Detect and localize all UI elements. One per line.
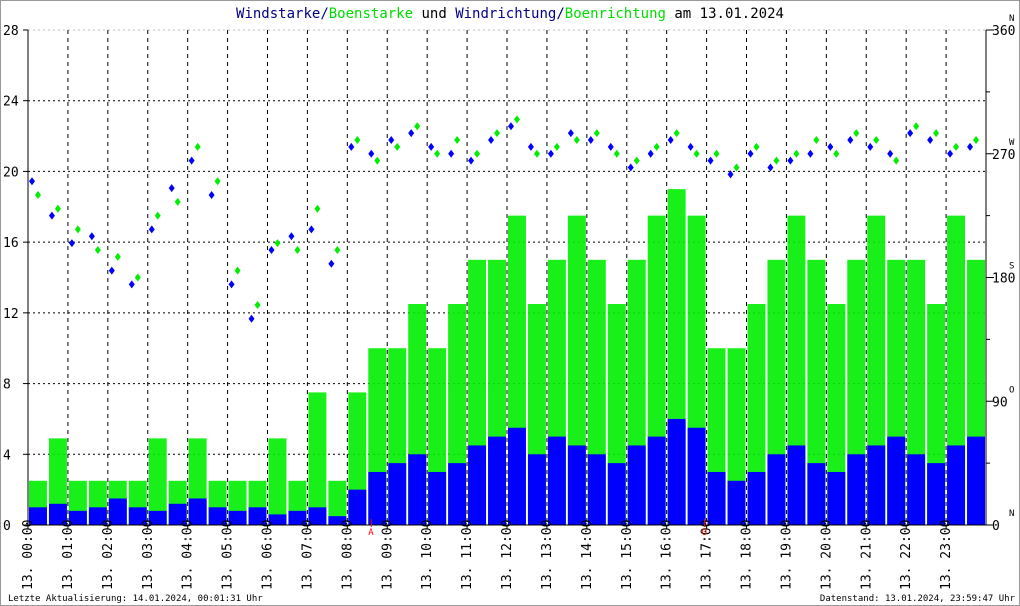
y-left-tick-label: 0 xyxy=(3,519,11,534)
wind-speed-bar xyxy=(787,445,806,525)
wind-speed-bar xyxy=(508,427,526,525)
y-right-tick-label: 180 xyxy=(992,272,1015,287)
sun-marker-label: A xyxy=(368,528,374,538)
x-tick-label: 13. 16:00 xyxy=(660,520,675,590)
y-right-tick-label: 0 xyxy=(992,519,1000,534)
y-left-tick-label: 24 xyxy=(3,95,19,110)
x-tick-label: 13. 07:00 xyxy=(300,520,315,590)
compass-label: O xyxy=(1009,385,1014,395)
wind-speed-bar xyxy=(567,445,586,525)
y-left-tick-label: 28 xyxy=(3,24,19,39)
x-tick-label: 13. 21:00 xyxy=(859,520,874,590)
x-tick-label: 13. 04:00 xyxy=(181,520,196,590)
y-right-tick-label: 90 xyxy=(992,395,1008,410)
title-sep: / xyxy=(556,6,564,22)
x-tick-label: 13. 08:00 xyxy=(340,520,355,590)
wind-speed-bar xyxy=(727,480,746,525)
x-tick-label: 13. 13:00 xyxy=(540,520,555,590)
wind-speed-bar xyxy=(647,436,666,525)
wind-speed-bar xyxy=(627,445,646,525)
wind-speed-bar xyxy=(967,436,985,525)
gust-speed-bar xyxy=(268,438,287,525)
wind-speed-bar xyxy=(428,471,447,525)
wind-speed-bar xyxy=(747,471,766,525)
x-tick-label: 13. 12:00 xyxy=(500,520,515,590)
wind-chart: Windstarke/Boenstarke und Windrichtung/B… xyxy=(0,0,1020,606)
sun-marker-label: U xyxy=(702,528,707,538)
wind-speed-bar xyxy=(887,436,906,525)
wind-speed-bar xyxy=(687,427,706,525)
compass-label: N xyxy=(1009,14,1014,24)
compass-label: S xyxy=(1009,262,1014,272)
y-right-tick-label: 270 xyxy=(992,148,1015,163)
y-left-tick-label: 16 xyxy=(3,236,19,251)
x-tick-label: 13. 19:00 xyxy=(779,520,794,590)
wind-speed-bar xyxy=(867,445,886,525)
compass-label: W xyxy=(1009,138,1015,148)
wind-speed-bar xyxy=(847,454,866,525)
x-tick-label: 13. 03:00 xyxy=(141,520,156,590)
x-tick-label: 13. 15:00 xyxy=(620,520,635,590)
x-tick-label: 13. 05:00 xyxy=(221,520,236,590)
wind-speed-bar xyxy=(827,471,846,525)
x-tick-label: 13. 10:00 xyxy=(420,520,435,590)
x-tick-label: 13. 14:00 xyxy=(580,520,595,590)
wind-speed-bar xyxy=(927,463,946,525)
title-gust-direction: Boenrichtung xyxy=(565,6,666,22)
wind-speed-bar xyxy=(388,463,407,525)
wind-speed-bar xyxy=(527,454,546,525)
chart-title: Windstarke/Boenstarke und Windrichtung/B… xyxy=(236,6,784,22)
x-tick-label: 13. 01:00 xyxy=(61,520,76,590)
wind-speed-bar xyxy=(667,418,686,525)
title-wind: Windstarke xyxy=(236,6,320,22)
title-mid: und xyxy=(413,6,455,22)
title-direction: Windrichtung xyxy=(455,6,556,22)
x-tick-label: 13. 23:00 xyxy=(939,520,954,590)
x-tick-label: 13. 22:00 xyxy=(899,520,914,590)
wind-speed-bar xyxy=(547,436,566,525)
title-gust: Boenstarke xyxy=(329,6,413,22)
x-tick-label: 13. 06:00 xyxy=(261,520,276,590)
y-left-tick-label: 8 xyxy=(3,378,11,393)
wind-speed-bar xyxy=(488,436,506,525)
gust-speed-bar xyxy=(308,392,327,525)
y-left-tick-label: 12 xyxy=(3,307,19,322)
wind-speed-bar xyxy=(607,463,626,525)
x-tick-label: 13. 09:00 xyxy=(380,520,395,590)
y-left-tick-label: 4 xyxy=(3,448,11,463)
wind-speed-bar xyxy=(368,471,387,525)
data-timestamp: Datenstand: 13.01.2024, 23:59:47 Uhr xyxy=(820,594,1016,604)
wind-speed-bar xyxy=(468,445,487,525)
wind-speed-bar xyxy=(807,463,826,525)
wind-speed-bar xyxy=(587,454,606,525)
wind-speed-bar xyxy=(707,471,726,525)
compass-label: N xyxy=(1009,509,1014,519)
wind-speed-bar xyxy=(408,454,427,525)
y-left-tick-label: 20 xyxy=(3,165,19,180)
wind-speed-bar xyxy=(907,454,926,525)
wind-speed-bar xyxy=(767,454,786,525)
x-tick-label: 13. 18:00 xyxy=(740,520,755,590)
title-sep: / xyxy=(320,6,328,22)
x-tick-label: 13. 00:00 xyxy=(21,520,36,590)
y-right-tick-label: 360 xyxy=(992,24,1015,39)
x-tick-label: 13. 02:00 xyxy=(101,520,116,590)
x-tick-label: 13. 20:00 xyxy=(819,520,834,590)
chart-image: Windstarke/Boenstarke und Windrichtung/B… xyxy=(0,0,1020,606)
wind-speed-bar xyxy=(448,463,467,525)
title-date: am 13.01.2024 xyxy=(666,6,784,22)
last-update: Letzte Aktualisierung: 14.01.2024, 00:01… xyxy=(8,594,263,604)
wind-speed-bar xyxy=(947,445,966,525)
x-tick-label: 13. 11:00 xyxy=(460,520,475,590)
